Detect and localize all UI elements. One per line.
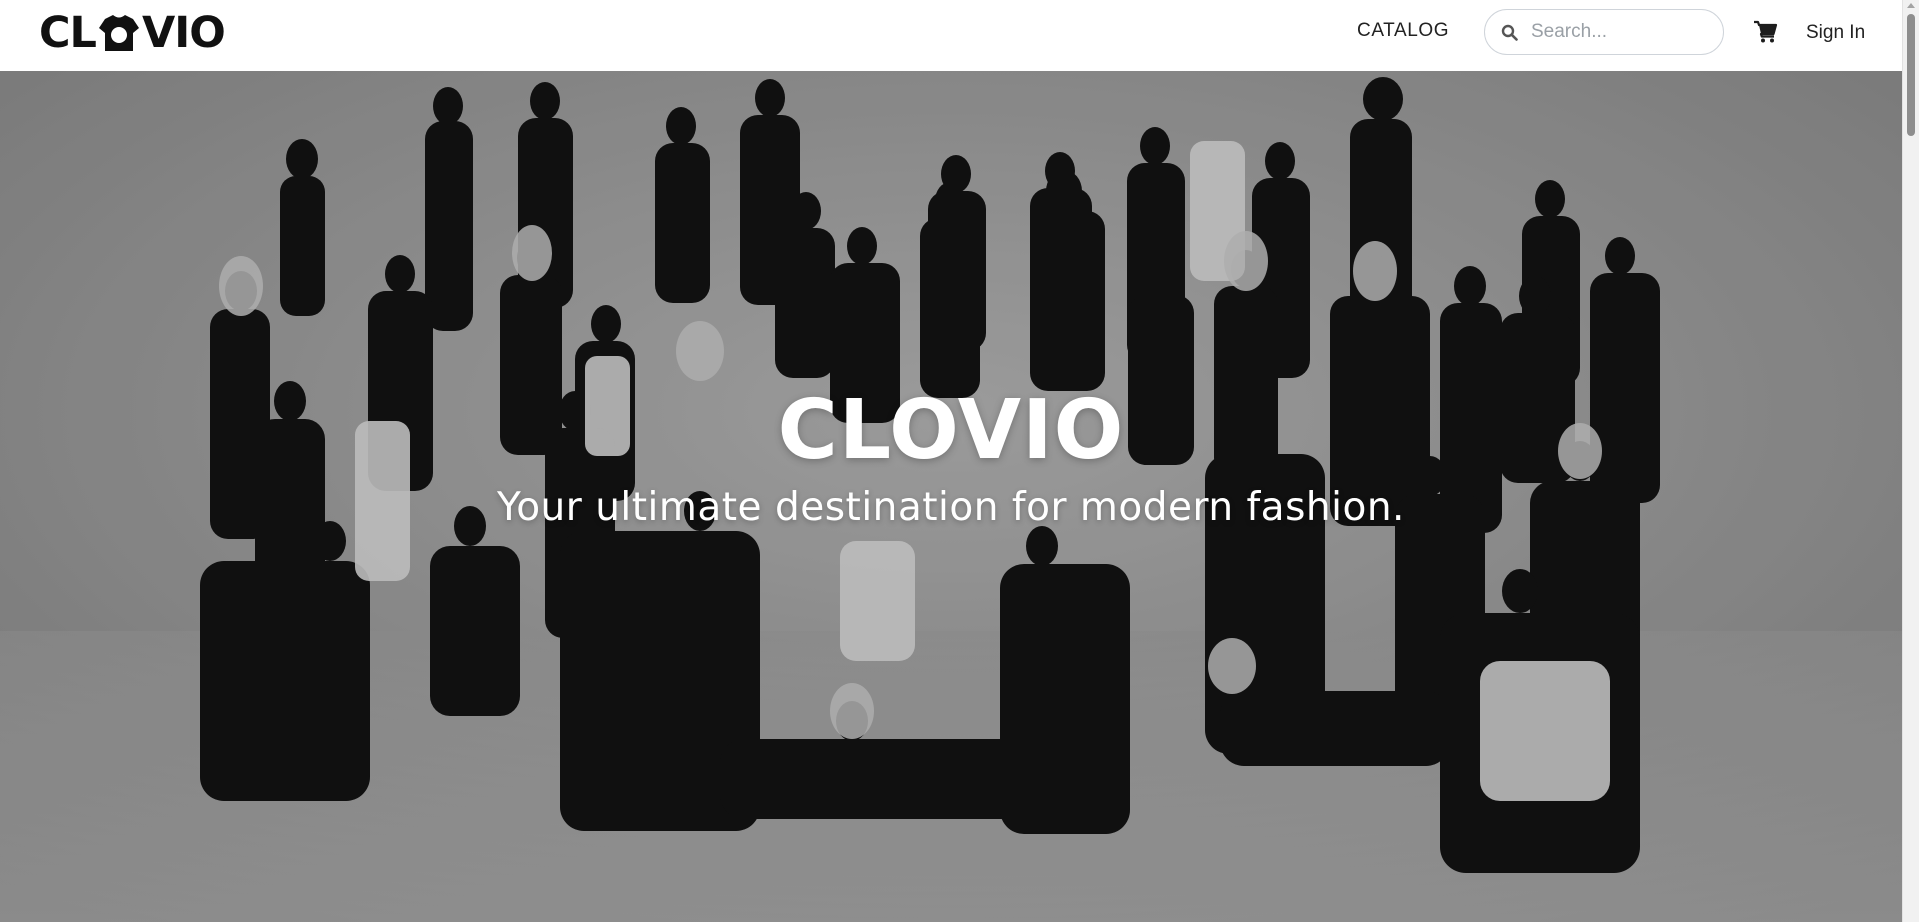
search-box[interactable] — [1484, 9, 1724, 55]
search-icon[interactable] — [1500, 23, 1518, 41]
search-input[interactable] — [1529, 20, 1713, 44]
scroll-up-arrow-icon[interactable] — [1907, 3, 1915, 8]
brand-logo[interactable]: CL VIO — [39, 8, 226, 58]
hero-title: CLOVIO — [777, 383, 1125, 478]
sign-in-link[interactable]: Sign In — [1806, 22, 1865, 44]
page-scrollbar[interactable] — [1902, 0, 1919, 922]
nav-catalog-link[interactable]: CATALOG — [1357, 20, 1449, 42]
hero-banner: CLOVIO Your ultimate destination for mod… — [0, 71, 1902, 922]
hero-subtitle: Your ultimate destination for modern fas… — [497, 485, 1405, 530]
shopping-cart-icon[interactable] — [1753, 20, 1778, 44]
logo-text-right: VIO — [141, 8, 226, 58]
scrollbar-thumb[interactable] — [1907, 14, 1915, 136]
t-shirt-o-icon — [97, 11, 141, 55]
page: CL VIO CATALOG Search... Sign In CLOVIO … — [0, 0, 1919, 922]
site-header: CL VIO CATALOG Search... Sign In — [0, 0, 1902, 71]
logo-text-left: CL — [39, 8, 97, 58]
